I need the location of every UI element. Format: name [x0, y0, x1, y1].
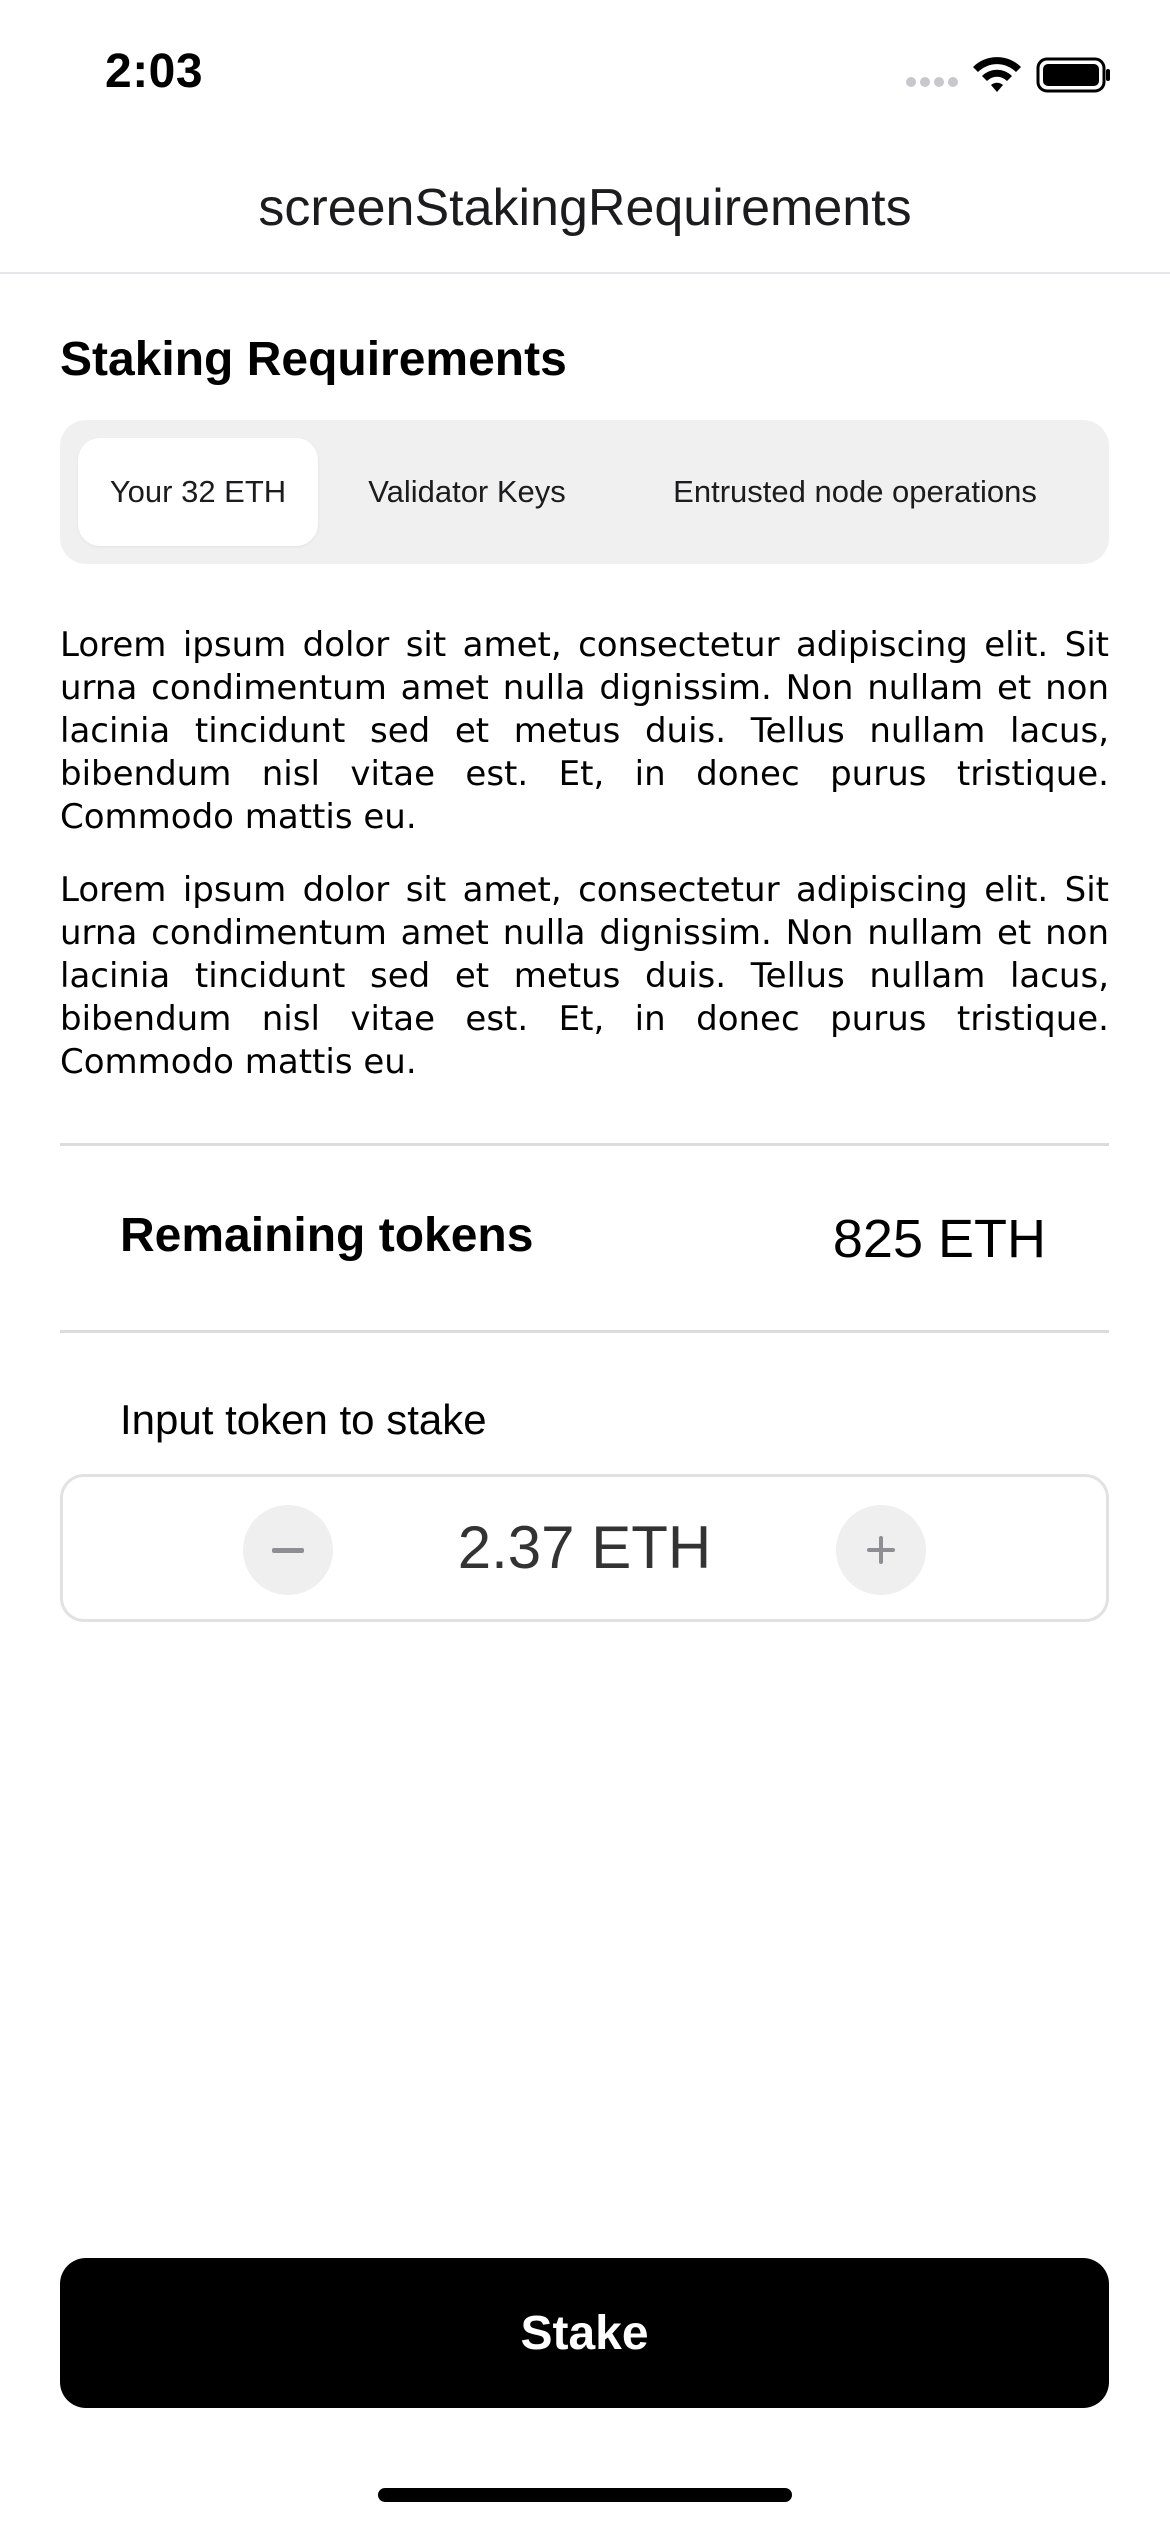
nav-header: screenStakingRequirements — [0, 140, 1170, 274]
description-paragraph: Lorem ipsum dolor sit amet, consectetur … — [60, 870, 1109, 1082]
plus-icon — [867, 1536, 895, 1564]
home-indicator — [378, 2488, 792, 2502]
increment-button[interactable] — [836, 1505, 926, 1595]
divider — [60, 1143, 1109, 1146]
stake-button[interactable]: Stake — [60, 2258, 1109, 2408]
battery-icon — [1036, 57, 1110, 93]
page-title: screenStakingRequirements — [258, 179, 912, 237]
stake-input-label: Input token to stake — [120, 1396, 487, 1443]
stake-amount-stepper: 2.37 ETH — [60, 1474, 1109, 1622]
section-title: Staking Requirements — [60, 333, 567, 386]
description-paragraph: Lorem ipsum dolor sit amet, consectetur … — [60, 625, 1109, 837]
tab-entrusted-node-operations[interactable]: Entrusted node operations — [620, 438, 1090, 546]
tab-your-32-eth[interactable]: Your 32 ETH — [78, 438, 318, 546]
status-icons — [906, 55, 1112, 95]
remaining-tokens-value: 825 ETH — [832, 1209, 1046, 1269]
segmented-tabs: Your 32 ETH Validator Keys Entrusted nod… — [60, 420, 1109, 564]
wifi-icon — [973, 57, 1021, 92]
status-bar: 2:03 — [0, 0, 1170, 140]
tab-validator-keys[interactable]: Validator Keys — [342, 438, 592, 546]
divider — [60, 1330, 1109, 1333]
cellular-signal-icon — [906, 77, 958, 87]
stake-amount-value[interactable]: 2.37 ETH — [63, 1513, 1106, 1582]
remaining-tokens-label: Remaining tokens — [120, 1209, 534, 1262]
status-time: 2:03 — [105, 45, 204, 98]
